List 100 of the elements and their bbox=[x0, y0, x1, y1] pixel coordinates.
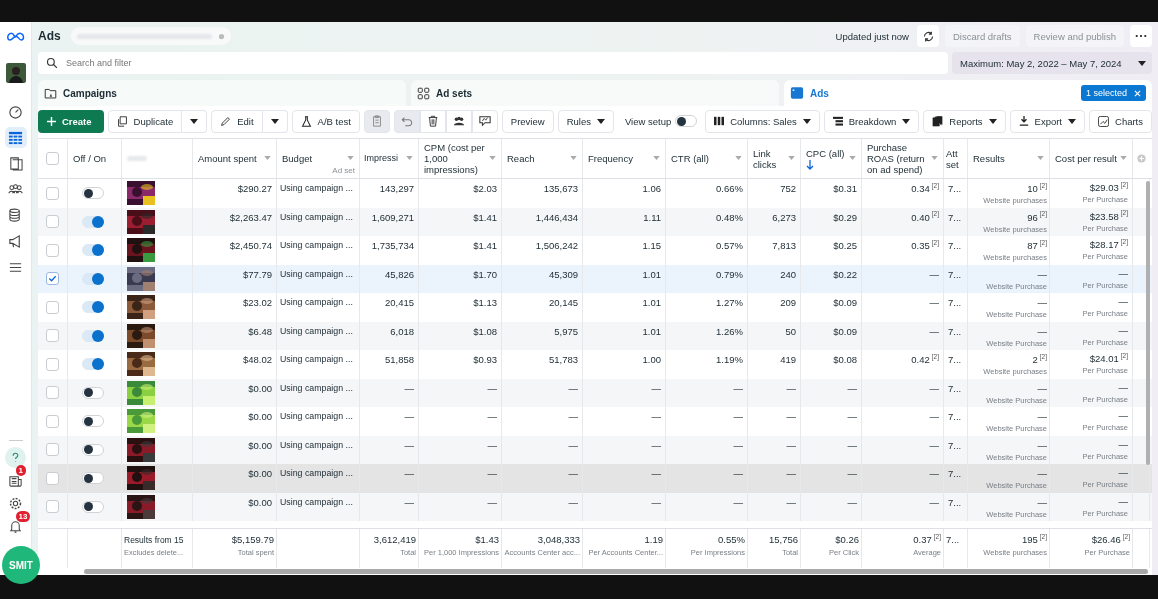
column-header[interactable]: Att set bbox=[946, 147, 965, 170]
charts-button[interactable]: Charts bbox=[1089, 109, 1152, 133]
toggle-switch[interactable] bbox=[81, 415, 104, 428]
column-header[interactable]: CPM (cost per 1,000 impressions) bbox=[424, 142, 490, 175]
column-header[interactable]: Amount spent bbox=[198, 153, 257, 164]
row-checkbox[interactable] bbox=[46, 186, 59, 200]
row-checkbox[interactable] bbox=[46, 243, 59, 257]
row-checkbox[interactable] bbox=[46, 357, 59, 371]
delete-button[interactable] bbox=[419, 109, 446, 133]
column-header[interactable]: Frequency bbox=[588, 153, 633, 164]
toggle-switch[interactable] bbox=[81, 472, 104, 485]
toggle-switch[interactable] bbox=[81, 187, 104, 200]
toggle-switch[interactable] bbox=[81, 500, 104, 513]
toggle-switch[interactable] bbox=[81, 443, 104, 456]
column-header[interactable]: Cost per result bbox=[1055, 153, 1117, 164]
level-tab[interactable]: Campaigns bbox=[38, 80, 406, 106]
table-cell: 752 bbox=[780, 183, 796, 194]
column-header[interactable]: Off / On bbox=[73, 153, 107, 164]
edit-button[interactable]: Edit bbox=[211, 109, 263, 133]
ab-test-button[interactable]: A/B test bbox=[291, 109, 360, 133]
dropdown-button[interactable] bbox=[262, 109, 288, 133]
undo-button[interactable] bbox=[393, 109, 420, 133]
page-title: Ads bbox=[38, 29, 61, 43]
audience-button[interactable] bbox=[445, 109, 472, 133]
rules-button[interactable]: Rules bbox=[557, 109, 614, 133]
table-cell: 1.01 bbox=[642, 297, 661, 308]
horizontal-scrollbar[interactable] bbox=[84, 569, 1148, 574]
close-icon[interactable] bbox=[1134, 89, 1141, 97]
caret-icon[interactable] bbox=[406, 156, 413, 160]
column-header[interactable]: Impressi bbox=[364, 153, 398, 164]
create-button[interactable]: Create bbox=[38, 109, 104, 133]
select-all-checkbox[interactable] bbox=[46, 152, 59, 165]
row-checkbox[interactable] bbox=[46, 386, 59, 400]
view-setup-toggle[interactable] bbox=[675, 115, 698, 127]
table-cell: $0.25 bbox=[833, 240, 857, 251]
row-checkbox[interactable] bbox=[46, 471, 59, 485]
row-checkbox[interactable] bbox=[46, 272, 59, 286]
table-cell: $28.17$^{[2]}$ bbox=[1089, 239, 1128, 250]
column-header[interactable]: Budget bbox=[282, 153, 313, 164]
row-checkbox[interactable] bbox=[46, 215, 59, 229]
breakdown-button[interactable]: Breakdown bbox=[823, 109, 920, 133]
column-header[interactable]: CPC (all) bbox=[806, 147, 845, 170]
row-checkbox[interactable] bbox=[46, 329, 59, 343]
settings-icon[interactable] bbox=[8, 496, 23, 511]
caret-icon[interactable] bbox=[264, 156, 271, 160]
level-tab[interactable]: Ads 1 selected bbox=[784, 80, 1152, 106]
comment-button[interactable] bbox=[471, 109, 498, 133]
columns-button[interactable]: Columns: Sales bbox=[705, 109, 820, 133]
column-header[interactable]: Purchase ROAS (return on ad spend) bbox=[867, 142, 932, 175]
vertical-scrollbar[interactable] bbox=[1146, 181, 1150, 465]
column-header[interactable]: Results bbox=[973, 153, 1005, 164]
toggle-switch[interactable] bbox=[81, 244, 104, 257]
caret-icon[interactable] bbox=[788, 156, 795, 160]
sort-arrow-icon[interactable] bbox=[806, 159, 814, 170]
caret-icon[interactable] bbox=[849, 156, 856, 160]
notification-badge: 1 bbox=[15, 465, 26, 476]
column-header[interactable]: CTR (all) bbox=[671, 153, 709, 164]
search-field[interactable]: Search and filter bbox=[38, 52, 948, 74]
toggle-switch[interactable] bbox=[81, 329, 104, 342]
table-cell: — bbox=[929, 268, 939, 280]
news-icon[interactable] bbox=[8, 473, 23, 488]
caret-icon[interactable] bbox=[570, 156, 577, 160]
toggle-switch[interactable] bbox=[81, 358, 104, 371]
summary-value: $26.46$^{[2]}$ bbox=[1091, 534, 1130, 546]
caret-icon[interactable] bbox=[347, 156, 354, 160]
avatar-icon[interactable] bbox=[5, 63, 26, 83]
table-cell: — bbox=[1037, 439, 1047, 451]
toggle-switch[interactable] bbox=[81, 301, 104, 314]
caret-icon[interactable] bbox=[735, 156, 742, 160]
more-button[interactable] bbox=[1130, 25, 1152, 47]
reports-button[interactable]: Reports bbox=[923, 109, 1006, 133]
caret-icon[interactable] bbox=[1120, 156, 1127, 160]
nav-item[interactable] bbox=[4, 127, 27, 148]
coins-icon bbox=[8, 208, 23, 223]
table-cell: 7... bbox=[948, 297, 962, 308]
caret-icon[interactable] bbox=[653, 156, 660, 160]
column-header[interactable]: Link clicks bbox=[753, 147, 789, 170]
level-tab[interactable]: Ad sets bbox=[411, 80, 779, 106]
toggle-switch[interactable] bbox=[81, 215, 104, 228]
row-checkbox[interactable] bbox=[46, 500, 59, 514]
dropdown-button[interactable] bbox=[182, 109, 208, 133]
toggle-switch[interactable] bbox=[81, 386, 104, 399]
column-header[interactable]: Reach bbox=[507, 153, 535, 164]
toggle-switch[interactable] bbox=[81, 272, 104, 285]
bell-icon[interactable] bbox=[8, 519, 23, 534]
date-range-button[interactable]: Maximum: May 2, 2022 – May 7, 2024 bbox=[952, 52, 1152, 74]
row-checkbox[interactable] bbox=[46, 300, 59, 314]
row-checkbox[interactable] bbox=[46, 443, 59, 457]
caret-icon[interactable] bbox=[489, 156, 496, 160]
paste-button[interactable] bbox=[363, 109, 390, 133]
caret-icon[interactable] bbox=[1037, 156, 1044, 160]
duplicate-button[interactable]: Duplicate bbox=[107, 109, 183, 133]
table-cell: 1.19% bbox=[716, 354, 743, 365]
caret-icon[interactable] bbox=[931, 156, 938, 160]
preview-button[interactable]: Preview bbox=[501, 109, 554, 133]
export-button[interactable]: Export bbox=[1009, 109, 1085, 133]
refresh-button[interactable] bbox=[917, 25, 939, 47]
selection-chip[interactable]: 1 selected bbox=[1080, 85, 1146, 101]
row-checkbox[interactable] bbox=[46, 414, 59, 428]
infinity-logo-icon[interactable] bbox=[6, 32, 25, 42]
